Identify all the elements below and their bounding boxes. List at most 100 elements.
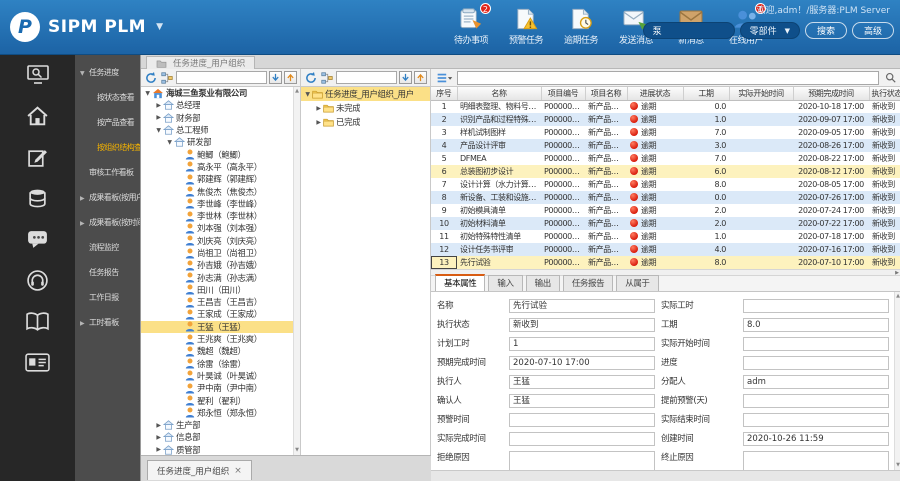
scroll-down-icon[interactable]: ▼ [895, 462, 900, 469]
table-filter-input[interactable] [457, 70, 879, 85]
chevron-down-icon[interactable]: ▼ [303, 91, 312, 98]
monitor-icon[interactable] [23, 62, 53, 88]
table-row[interactable]: 5 DFMEA P000000X... 新产品开... 逾期 7.0 2020-08-22 … [431, 152, 900, 165]
column-header[interactable]: 序号 [431, 87, 458, 101]
chevron-down-icon[interactable]: ▼ [156, 22, 163, 32]
column-header[interactable]: 项目编号 [541, 87, 586, 101]
field-input-right-1[interactable]: 8.0 [743, 318, 889, 332]
collapse-all-button[interactable] [414, 71, 427, 84]
table-row[interactable]: 4 产品设计评审 P000000X... 新产品开... 逾期 3.0 2020-08-26… [431, 139, 900, 152]
toolbar-item-todo-items[interactable]: 待办事项 2 [448, 3, 494, 46]
expand-all-button[interactable] [399, 71, 412, 84]
sidebar-item-8[interactable]: 任务报告 [75, 260, 140, 285]
field-input-right-0[interactable] [743, 299, 889, 313]
org-tree-node[interactable]: 孙吉娥（孙吉娥） [141, 259, 300, 271]
task-tree-filter-input[interactable] [336, 71, 397, 84]
org-tree-node[interactable]: 王昌吉（王昌吉） [141, 296, 300, 308]
field-input-right-5[interactable] [743, 394, 889, 408]
table-row[interactable]: 7 设计计算（水力计算、电磁...P000000X...新产品开... 逾期 8.0 2… [431, 178, 900, 191]
refresh-icon[interactable] [304, 71, 318, 85]
org-tree-node[interactable]: ▼ 总工程师 [141, 124, 300, 136]
detail-tab-1[interactable]: 输入 [488, 275, 523, 291]
org-tree-node[interactable]: 王家成（王家成） [141, 308, 300, 320]
chevron-right-icon[interactable]: ▶ [314, 105, 323, 112]
org-tree-node[interactable]: 高永平（高永平） [141, 161, 300, 173]
headset-icon[interactable] [23, 267, 53, 293]
bottom-tab[interactable]: 任务进度_用户组织 × [147, 460, 252, 480]
column-list-icon[interactable] [435, 71, 453, 85]
org-tree-node[interactable]: ▶ 财务部 [141, 112, 300, 124]
detail-tab-2[interactable]: 输出 [525, 275, 560, 291]
sidebar-item-5[interactable]: ▶ 成果看板(按用户) [75, 185, 140, 210]
task-tree-node[interactable]: ▶ 未完成 [301, 101, 430, 115]
org-tree-node[interactable]: 李世峰（李世峰） [141, 198, 300, 210]
table-row[interactable]: 11 初始特殊特性清单 P000000X... 新产品开... 逾期 1.0 2020-07… [431, 230, 900, 243]
chevron-right-icon[interactable]: ▶ [154, 102, 163, 109]
scroll-up-icon[interactable]: ▲ [895, 293, 900, 300]
column-header[interactable]: 项目名称 [585, 87, 628, 101]
field-input-right-4[interactable]: adm [743, 375, 889, 389]
org-tree-node[interactable]: 刘庆亮（刘庆亮） [141, 235, 300, 247]
sidebar-item-6[interactable]: ▶ 成果看板(按时间) [75, 210, 140, 235]
column-header[interactable]: 名称 [457, 87, 542, 101]
task-tree-node[interactable]: ▶ 已完成 [301, 115, 430, 129]
field-input-right-2[interactable] [743, 337, 889, 351]
chevron-right-icon[interactable]: ▶ [154, 446, 163, 453]
org-tree-node[interactable]: ▶ 总经理 [141, 99, 300, 111]
detail-tab-4[interactable]: 从属于 [616, 275, 659, 291]
app-logo[interactable]: P SIPM PLM ▼ [10, 12, 163, 42]
field-input-right-3[interactable] [743, 356, 889, 370]
global-search-input[interactable] [642, 22, 735, 39]
field-input-left-1[interactable]: 新收到 [509, 318, 655, 332]
sidebar-item-0[interactable]: ▼ 任务进度 [75, 60, 140, 85]
search-icon[interactable] [883, 71, 897, 85]
org-tree-scrollbar[interactable]: ▲ ▼ [293, 87, 300, 455]
chevron-down-icon[interactable]: ▼ [165, 139, 174, 146]
chevron-right-icon[interactable]: ▶ [154, 114, 163, 121]
column-header[interactable]: 实际开始时间 [729, 87, 794, 101]
table-row[interactable]: 9 初始模具清单 P000000X... 新产品开... 逾期 2.0 2020-07-24… [431, 204, 900, 217]
org-tree-filter-input[interactable] [176, 71, 267, 84]
field-input-left-6[interactable] [509, 413, 655, 427]
chat-icon[interactable] [23, 226, 53, 252]
org-tree-node[interactable]: 田川（田川） [141, 284, 300, 296]
collapse-all-button[interactable] [284, 71, 297, 84]
scroll-up-icon[interactable]: ▲ [294, 88, 300, 95]
book-icon[interactable] [23, 308, 53, 334]
field-input-left-2[interactable]: 1 [509, 337, 655, 351]
sidebar-item-4[interactable]: 审核工作看板 [75, 160, 140, 185]
column-header[interactable]: 工期 [683, 87, 730, 101]
close-icon[interactable]: × [234, 466, 242, 476]
column-header[interactable]: 执行状态 [869, 87, 900, 101]
chevron-down-icon[interactable]: ▼ [154, 127, 163, 134]
org-tree-node[interactable]: ▶ 信息部 [141, 431, 300, 443]
refresh-icon[interactable] [144, 71, 158, 85]
org-tree-node[interactable]: 尹中南（尹中南） [141, 382, 300, 394]
table-row[interactable]: 2 识别产品和过程特殊特性 P000000X... 新产品开... 逾期 1.0 2020-… [431, 113, 900, 126]
org-tree-node[interactable]: ▼ 海城三鱼泵业有限公司 [141, 87, 300, 99]
field-input-right-7[interactable]: 2020-10-26 11:59 [743, 432, 889, 446]
table-row[interactable]: 12 设计任务书评审 P000000X... 新产品开... 逾期 4.0 2020-07-… [431, 243, 900, 256]
table-row[interactable]: 1 明细表整理、物料号申请 P000000X... 新产品开... 逾期 0.0 2020-… [431, 100, 900, 113]
sidebar-item-2[interactable]: 按产品查看 [75, 110, 140, 135]
chevron-right-icon[interactable]: ▶ [154, 422, 163, 429]
toolbar-item-warning-tasks[interactable]: 预警任务 [503, 6, 549, 46]
column-header[interactable]: 预期完成时间 [793, 87, 870, 101]
org-tree-node[interactable]: 刘本强（刘本强） [141, 222, 300, 234]
sidebar-item-10[interactable]: ▶ 工时看板 [75, 310, 140, 335]
org-tree-node[interactable]: 鲍鲫（鲍鲫） [141, 148, 300, 161]
scroll-down-icon[interactable]: ▼ [294, 447, 300, 454]
field-input-left-5[interactable]: 王猛 [509, 394, 655, 408]
org-tree-node[interactable]: ▼ 研发部 [141, 136, 300, 148]
org-tree-node[interactable]: 王猛（王猛） [141, 320, 300, 333]
org-tree-node[interactable]: 孙志满（孙志满） [141, 271, 300, 284]
detail-tab-3[interactable]: 任务报告 [562, 275, 614, 291]
table-row[interactable]: 13 先行试验 P000000X... 新产品开... 逾期 8.0 2020-07-10 … [431, 256, 900, 269]
detail-scrollbar[interactable]: ▲ ▼ [894, 292, 900, 470]
org-tree-node[interactable]: 翟利（翟利） [141, 394, 300, 407]
sidebar-item-9[interactable]: 工作日报 [75, 285, 140, 310]
org-tree-node[interactable]: 郑永恒（郑永恒） [141, 407, 300, 419]
org-tree-node[interactable]: 郭建辉（郭建辉） [141, 173, 300, 185]
field-input-left-4[interactable]: 王猛 [509, 375, 655, 389]
database-icon[interactable] [23, 185, 53, 211]
